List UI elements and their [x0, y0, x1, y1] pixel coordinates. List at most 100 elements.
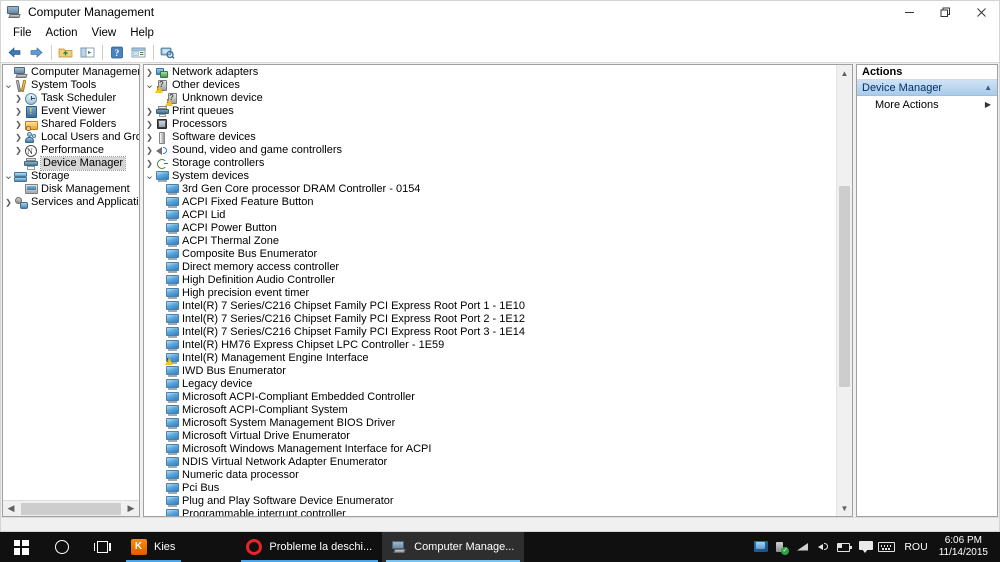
scroll-left-icon[interactable]: ◀ [3, 501, 19, 517]
chevron-down-icon[interactable]: ⌄ [3, 79, 14, 92]
console-tree-item[interactable]: Device Manager [3, 156, 139, 171]
chevron-right-icon[interactable]: ❯ [3, 196, 14, 209]
chevron-right-icon[interactable]: ❯ [144, 118, 155, 131]
action-center-icon[interactable] [855, 532, 876, 562]
chevron-right-icon[interactable]: ❯ [13, 92, 24, 105]
chevron-right-icon[interactable]: ❯ [144, 66, 155, 79]
device-tree-item[interactable]: Intel(R) 7 Series/C216 Chipset Family PC… [144, 313, 836, 326]
console-tree-item[interactable]: ❯! Event Viewer [3, 105, 139, 118]
action-more-actions[interactable]: More Actions ▶ [857, 96, 997, 113]
safely-remove-hardware-icon[interactable] [771, 532, 792, 562]
device-tree-item[interactable]: High Definition Audio Controller [144, 274, 836, 287]
device-tree-item[interactable]: ❯ Software devices [144, 131, 836, 144]
chevron-right-icon[interactable]: ❯ [144, 144, 155, 157]
device-tree-item[interactable]: Microsoft Virtual Drive Enumerator [144, 430, 836, 443]
menu-file[interactable]: File [6, 25, 39, 41]
device-tree-item[interactable]: Microsoft Windows Management Interface f… [144, 443, 836, 456]
device-tree-item[interactable]: ❯ Storage controllers [144, 157, 836, 170]
device-tree[interactable]: ❯Network adapters⌄?Other devices?Unknown… [144, 65, 836, 516]
console-tree-item[interactable]: Disk Management [3, 183, 139, 196]
device-tree-item[interactable]: ACPI Lid [144, 209, 836, 222]
network-shield-icon[interactable] [750, 532, 771, 562]
device-tree-item[interactable]: Composite Bus Enumerator [144, 248, 836, 261]
chevron-right-icon[interactable]: ❯ [144, 157, 155, 170]
chevron-right-icon[interactable]: ❯ [13, 118, 24, 131]
hscroll-thumb[interactable] [21, 502, 121, 515]
chevron-up-icon[interactable]: ▲ [984, 83, 992, 92]
scroll-right-icon[interactable]: ▶ [123, 501, 139, 517]
console-tree-item[interactable]: ❯ Services and Applications [3, 196, 139, 209]
vscroll-track[interactable] [837, 81, 852, 500]
device-tree-vertical-scrollbar[interactable]: ▲ ▼ [836, 65, 852, 516]
back-icon[interactable] [4, 43, 25, 62]
console-tree-item[interactable]: Computer Management (Local [3, 66, 139, 79]
device-tree-item[interactable]: Microsoft System Management BIOS Driver [144, 417, 836, 430]
device-tree-item[interactable]: Legacy device [144, 378, 836, 391]
device-tree-item[interactable]: High precision event timer [144, 287, 836, 300]
actions-group-device-manager[interactable]: Device Manager ▲ [857, 80, 997, 96]
volume-icon[interactable] [813, 532, 834, 562]
device-tree-item[interactable]: Intel(R) 7 Series/C216 Chipset Family PC… [144, 300, 836, 313]
device-tree-item[interactable]: Intel(R) HM76 Express Chipset LPC Contro… [144, 339, 836, 352]
chevron-down-icon[interactable]: ⌄ [144, 79, 155, 92]
console-tree-item[interactable]: ❯ N Performance [3, 144, 139, 157]
chevron-right-icon[interactable]: ❯ [144, 105, 155, 118]
chevron-right-icon[interactable]: ❯ [13, 105, 24, 118]
vscroll-thumb[interactable] [839, 185, 850, 387]
console-tree-item[interactable]: ❯ Task Scheduler [3, 92, 139, 105]
menu-view[interactable]: View [85, 25, 124, 41]
menu-action[interactable]: Action [39, 25, 85, 41]
task-view-button[interactable] [82, 532, 122, 562]
hscroll-track[interactable] [19, 501, 123, 517]
console-tree-item[interactable]: ❯ Shared Folders [3, 118, 139, 131]
device-tree-item[interactable]: IWD Bus Enumerator [144, 365, 836, 378]
console-tree[interactable]: Computer Management (Local⌄System Tools❯… [3, 65, 139, 500]
console-tree-item[interactable]: ❯ Local Users and Groups [3, 131, 139, 144]
device-tree-item[interactable]: ❯ Print queues [144, 105, 836, 118]
chevron-down-icon[interactable]: ⌄ [3, 170, 14, 183]
touch-keyboard-icon[interactable] [876, 532, 897, 562]
scan-hardware-icon[interactable] [157, 43, 178, 62]
console-tree-item[interactable]: ⌄ System Tools [3, 79, 139, 92]
device-tree-item[interactable]: Intel(R) 7 Series/C216 Chipset Family PC… [144, 326, 836, 339]
device-tree-item[interactable]: ACPI Thermal Zone [144, 235, 836, 248]
console-tree-horizontal-scrollbar[interactable]: ◀ ▶ [3, 500, 139, 516]
device-tree-item[interactable]: ACPI Fixed Feature Button [144, 196, 836, 209]
device-tree-item[interactable]: NDIS Virtual Network Adapter Enumerator [144, 456, 836, 469]
device-tree-item[interactable]: Direct memory access controller [144, 261, 836, 274]
scroll-up-icon[interactable]: ▲ [837, 65, 852, 81]
clock[interactable]: 6:06 PM 11/14/2015 [935, 532, 996, 562]
properties-icon[interactable] [128, 43, 149, 62]
device-tree-item[interactable]: Pci Bus [144, 482, 836, 495]
device-tree-item[interactable]: ⌄ System devices [144, 170, 836, 183]
device-tree-item[interactable]: Programmable interrupt controller [144, 508, 836, 516]
scroll-down-icon[interactable]: ▼ [837, 500, 852, 516]
up-folder-icon[interactable] [55, 43, 76, 62]
forward-icon[interactable] [26, 43, 47, 62]
taskbar-app-computer-management[interactable]: Computer Manage... [382, 532, 525, 562]
show-hide-tree-icon[interactable] [77, 43, 98, 62]
wifi-icon[interactable] [792, 532, 813, 562]
battery-icon[interactable] [834, 532, 855, 562]
device-tree-item[interactable]: ⌄?Other devices [144, 79, 836, 93]
device-tree-item[interactable]: Microsoft ACPI-Compliant System [144, 404, 836, 417]
minimize-button[interactable] [891, 1, 927, 23]
restore-button[interactable] [927, 1, 963, 23]
taskbar-app-kies[interactable]: Kies [122, 532, 185, 562]
title-bar[interactable]: Computer Management [1, 1, 999, 23]
chevron-right-icon[interactable]: ❯ [13, 131, 24, 144]
device-tree-item[interactable]: ❯ Network adapters [144, 66, 836, 79]
language-indicator[interactable]: ROU [897, 532, 934, 562]
device-tree-item[interactable]: ?Unknown device [144, 92, 836, 106]
device-tree-item[interactable]: ❯ Sound, video and game controllers [144, 144, 836, 157]
help-icon[interactable]: ? [106, 43, 127, 62]
chevron-right-icon[interactable]: ❯ [13, 144, 24, 157]
device-tree-item[interactable]: Plug and Play Software Device Enumerator [144, 495, 836, 508]
device-tree-item[interactable]: Intel(R) Management Engine Interface [144, 352, 836, 365]
start-button[interactable] [0, 532, 42, 562]
device-tree-item[interactable]: ACPI Power Button [144, 222, 836, 235]
cortana-search-button[interactable] [42, 532, 82, 562]
device-tree-item[interactable]: 3rd Gen Core processor DRAM Controller -… [144, 183, 836, 196]
device-tree-item[interactable]: Microsoft ACPI-Compliant Embedded Contro… [144, 391, 836, 404]
chevron-right-icon[interactable]: ❯ [144, 131, 155, 144]
